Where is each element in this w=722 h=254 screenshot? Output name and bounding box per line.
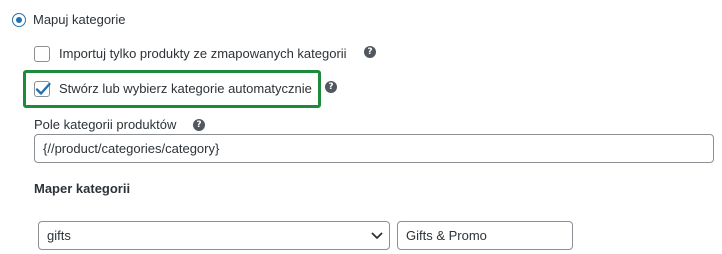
import-only-mapped-label: Importuj tylko produkty ze zmapowanych k… [59, 46, 347, 61]
map-categories-label: Mapuj kategorie [33, 12, 126, 27]
help-icon[interactable]: ? [193, 119, 205, 131]
mapper-target-input[interactable]: Gifts & Promo [397, 221, 573, 250]
help-icon[interactable]: ? [325, 81, 337, 93]
mapper-category-select[interactable]: gifts [38, 221, 390, 250]
map-categories-radio[interactable] [12, 13, 26, 27]
checkmark-icon [35, 82, 51, 95]
radio-selected-dot [16, 17, 22, 23]
mapper-title: Maper kategorii [34, 181, 131, 196]
auto-create-checkbox[interactable] [34, 81, 51, 97]
mapper-select-value: gifts [47, 228, 71, 243]
category-field-input[interactable]: {//product/categories/category} [34, 134, 714, 163]
import-only-mapped-checkbox[interactable] [34, 46, 50, 62]
help-icon[interactable]: ? [364, 46, 376, 58]
category-field-label: Pole kategorii produktów [34, 117, 177, 132]
auto-create-label: Stwórz lub wybierz kategorie automatyczn… [59, 81, 312, 96]
chevron-down-icon [371, 232, 383, 239]
